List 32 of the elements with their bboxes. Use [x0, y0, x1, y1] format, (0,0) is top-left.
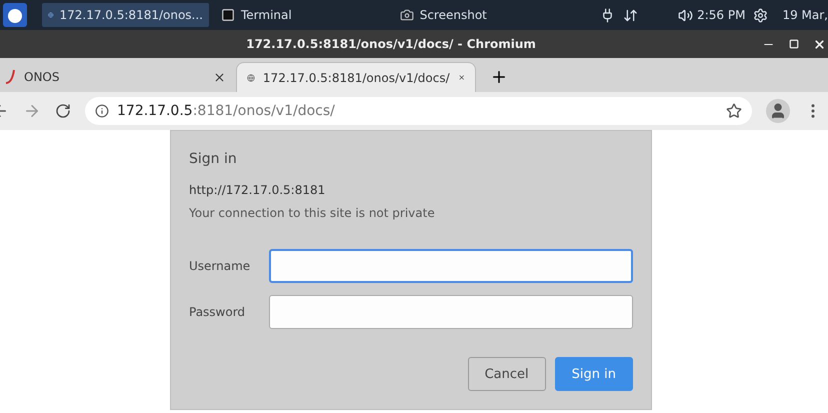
url-text: 172.17.0.5:8181/onos/v1/docs/ — [117, 103, 335, 119]
close-icon[interactable] — [813, 38, 826, 50]
new-tab-icon[interactable] — [490, 68, 508, 86]
field-label: Username — [189, 259, 252, 273]
dialog-title: Sign in — [189, 151, 237, 167]
launcher-icon[interactable] — [0, 1, 30, 29]
input-field[interactable] — [269, 295, 633, 329]
taskbar-window-button[interactable]: Screenshot — [394, 3, 493, 27]
volume-icon[interactable] — [678, 8, 694, 22]
clock-date: 19 Mar, — [782, 8, 828, 22]
taskbar-window-button[interactable]: 172.17.0.5:8181/onos... — [42, 3, 209, 27]
browser-tab[interactable]: ONOS — [0, 62, 236, 92]
cancel-button[interactable]: Cancel — [468, 357, 546, 391]
site-origin: http://172.17.0.5:8181 — [189, 183, 326, 197]
onos-logo-icon — [6, 69, 16, 85]
info-icon[interactable] — [95, 104, 109, 118]
profile-icon[interactable] — [766, 99, 790, 123]
clock-time: 2:56 PM — [697, 8, 746, 22]
privacy-warning: Your connection to this site is not private — [189, 206, 435, 220]
input-field[interactable] — [269, 249, 633, 283]
field-label: Password — [189, 305, 246, 319]
camera-icon — [400, 8, 414, 22]
close-icon[interactable] — [213, 70, 226, 84]
maximize-icon[interactable] — [789, 39, 799, 49]
address-bar[interactable]: 172.17.0.5:8181/onos/v1/docs/ — [85, 97, 752, 125]
terminal-icon — [221, 8, 235, 22]
reload-icon[interactable] — [55, 103, 71, 119]
taskbar-window-button[interactable]: Terminal — [215, 3, 298, 27]
network-icon[interactable] — [623, 8, 638, 22]
browser-tab[interactable]: 172.17.0.5:8181/onos/v1/docs/ — [236, 62, 476, 92]
bookmark-star-icon[interactable] — [726, 103, 742, 119]
window-title: 172.17.0.5:8181/onos/v1/docs/ - Chromium — [246, 37, 536, 51]
